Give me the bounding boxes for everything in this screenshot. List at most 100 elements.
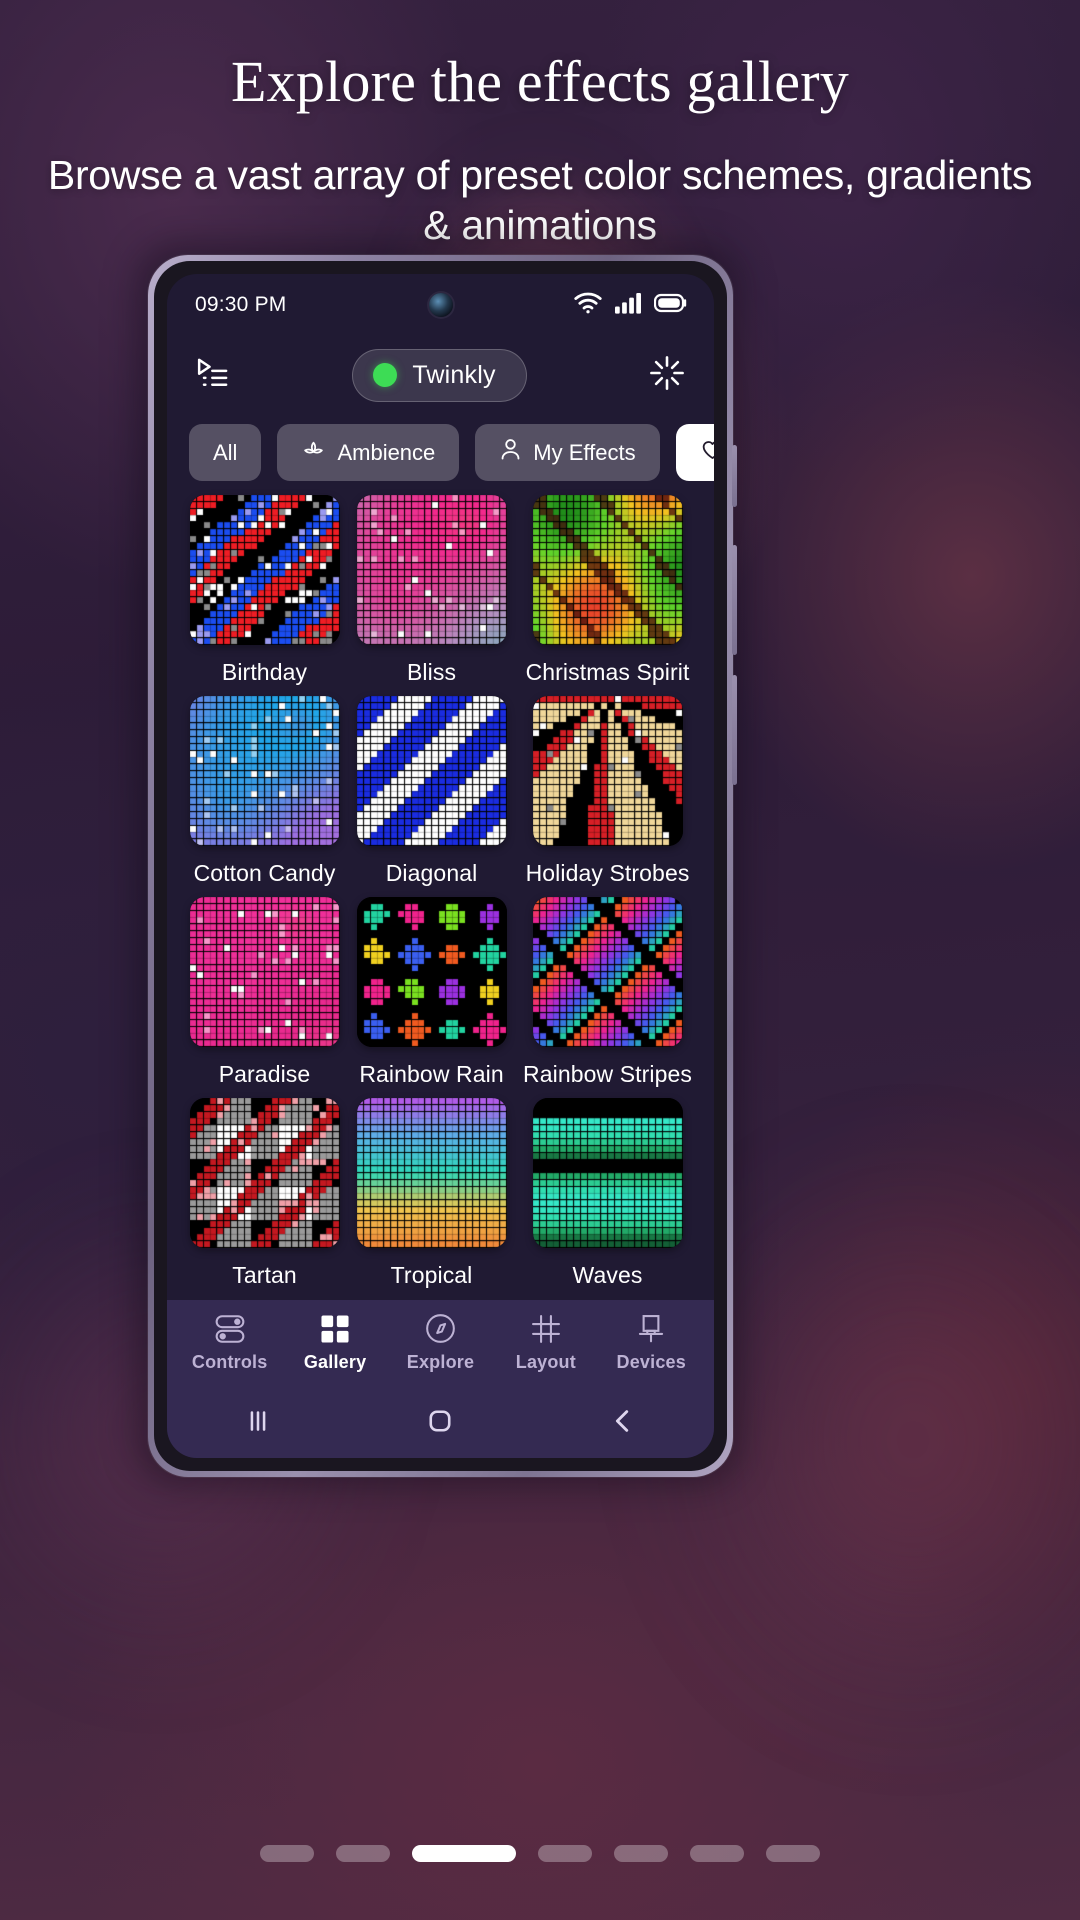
home-button[interactable] xyxy=(380,1406,500,1436)
compass-icon xyxy=(424,1312,457,1346)
wifi-icon xyxy=(574,292,602,319)
tab-favorites[interactable]: Favorites xyxy=(675,424,714,481)
phone-screen: 09:30 PM Twinkly All Ambience My Effects… xyxy=(167,274,714,1458)
effect-thumbnail[interactable] xyxy=(356,696,507,846)
recents-button[interactable] xyxy=(198,1406,318,1436)
filter-tabs[interactable]: All Ambience My Effects xyxy=(167,414,714,481)
effect-thumbnail[interactable] xyxy=(532,897,683,1047)
heart-icon xyxy=(700,437,714,468)
effect-card[interactable]: Christmas Spirit xyxy=(523,495,692,686)
nav-label: Gallery xyxy=(303,1351,367,1372)
effect-name-label: Diagonal xyxy=(385,860,478,886)
phone-inner-frame: 09:30 PM Twinkly All Ambience My Effects… xyxy=(154,261,727,1471)
effects-scroll-area[interactable]: Birthday Bliss Christmas Spirit Cotton Cand… xyxy=(167,481,714,1300)
effect-preview-canvas xyxy=(532,495,683,645)
tab-ambience[interactable]: Ambience xyxy=(277,424,460,481)
effect-name-label: Paradise xyxy=(218,1061,311,1087)
nav-item-devices[interactable]: Devices xyxy=(601,1312,701,1373)
back-button[interactable] xyxy=(563,1406,683,1436)
front-camera xyxy=(428,293,453,317)
grid-icon xyxy=(319,1312,351,1346)
phone-mockup: 09:30 PM Twinkly All Ambience My Effects… xyxy=(134,241,743,1487)
effect-card[interactable]: Bliss xyxy=(356,495,507,686)
device-online-indicator xyxy=(373,363,398,387)
status-bar: 09:30 PM xyxy=(167,274,714,336)
nav-label: Controls xyxy=(191,1351,268,1372)
effect-card[interactable]: Cotton Candy xyxy=(189,696,340,887)
page-indicator-dot[interactable] xyxy=(690,1845,744,1862)
page-indicator-dot[interactable] xyxy=(336,1845,390,1862)
app-header: Twinkly xyxy=(167,336,714,414)
effect-preview-canvas xyxy=(356,696,507,846)
effect-thumbnail[interactable] xyxy=(356,897,507,1047)
effect-name-label: Christmas Spirit xyxy=(525,659,690,685)
device-icon xyxy=(636,1312,666,1346)
status-time: 09:30 PM xyxy=(195,293,287,316)
effect-card[interactable]: Waves xyxy=(523,1098,692,1289)
effect-name-label: Holiday Strobes xyxy=(525,860,690,886)
effect-thumbnail[interactable] xyxy=(189,897,340,1047)
device-name-label: Twinkly xyxy=(412,360,496,389)
page-indicator-dot[interactable] xyxy=(260,1845,314,1862)
page-indicator-dot[interactable] xyxy=(538,1845,592,1862)
tab-label: Ambience xyxy=(337,439,436,465)
bottom-navigation[interactable]: Controls Gallery Explore Layout Devices xyxy=(167,1300,714,1384)
effect-name-label: Tartan xyxy=(232,1262,297,1288)
effect-name-label: Rainbow Rain xyxy=(359,1061,504,1087)
status-icons xyxy=(574,292,688,319)
effect-card[interactable]: Rainbow Stripes xyxy=(523,897,692,1088)
effect-name-label: Birthday xyxy=(221,659,308,685)
effect-thumbnail[interactable] xyxy=(189,495,340,645)
effect-card[interactable]: Birthday xyxy=(189,495,340,686)
phone-bezel: 09:30 PM Twinkly All Ambience My Effects… xyxy=(148,255,737,1477)
playlist-icon[interactable] xyxy=(195,355,231,396)
effect-preview-canvas xyxy=(356,897,507,1047)
phone-volume-up-button xyxy=(732,545,737,655)
effect-name-label: Cotton Candy xyxy=(193,860,336,886)
effect-card[interactable]: Holiday Strobes xyxy=(523,696,692,887)
nav-item-gallery[interactable]: Gallery xyxy=(285,1312,385,1373)
phone-volume-down-button xyxy=(732,675,737,785)
effect-preview-canvas xyxy=(189,897,340,1047)
effect-thumbnail[interactable] xyxy=(532,1098,683,1248)
page-indicator[interactable] xyxy=(0,1845,1080,1862)
effect-thumbnail[interactable] xyxy=(356,1098,507,1248)
effect-preview-canvas xyxy=(189,495,340,645)
effect-card[interactable]: Tartan xyxy=(189,1098,340,1289)
page-indicator-dot[interactable] xyxy=(412,1845,516,1862)
phone-side-button xyxy=(732,445,737,507)
effect-card[interactable]: Rainbow Rain xyxy=(356,897,507,1088)
effect-preview-canvas xyxy=(356,495,507,645)
tab-label: All xyxy=(213,439,238,465)
device-selector-pill[interactable]: Twinkly xyxy=(352,348,527,402)
nav-label: Devices xyxy=(616,1351,686,1372)
effect-preview-canvas xyxy=(532,897,683,1047)
tab-label: My Effects xyxy=(533,439,636,465)
person-icon xyxy=(499,437,522,468)
effect-thumbnail[interactable] xyxy=(356,495,507,645)
effect-thumbnail[interactable] xyxy=(532,495,683,645)
effect-thumbnail[interactable] xyxy=(532,696,683,846)
tab-my-effects[interactable]: My Effects xyxy=(475,424,660,481)
effect-name-label: Waves xyxy=(572,1262,643,1288)
android-navigation-bar[interactable] xyxy=(167,1384,714,1458)
nav-item-layout[interactable]: Layout xyxy=(496,1312,596,1373)
nav-item-explore[interactable]: Explore xyxy=(390,1312,490,1373)
toggles-icon xyxy=(213,1312,247,1346)
effect-card[interactable]: Tropical xyxy=(356,1098,507,1289)
nav-item-controls[interactable]: Controls xyxy=(180,1312,280,1373)
promo-subheadline: Browse a vast array of preset color sche… xyxy=(47,152,1033,249)
effect-card[interactable]: Diagonal xyxy=(356,696,507,887)
lotus-icon xyxy=(301,437,326,468)
page-indicator-dot[interactable] xyxy=(614,1845,668,1862)
page-indicator-dot[interactable] xyxy=(766,1845,820,1862)
promo-text-block: Explore the effects gallery Browse a vas… xyxy=(0,0,1080,250)
effect-preview-canvas xyxy=(532,1098,683,1248)
effect-thumbnail[interactable] xyxy=(189,1098,340,1248)
tab-all[interactable]: All xyxy=(189,424,262,481)
effect-card[interactable]: Paradise xyxy=(189,897,340,1088)
effect-thumbnail[interactable] xyxy=(189,696,340,846)
brightness-icon[interactable] xyxy=(648,354,686,397)
effect-preview-canvas xyxy=(189,696,340,846)
effect-name-label: Bliss xyxy=(406,659,457,685)
